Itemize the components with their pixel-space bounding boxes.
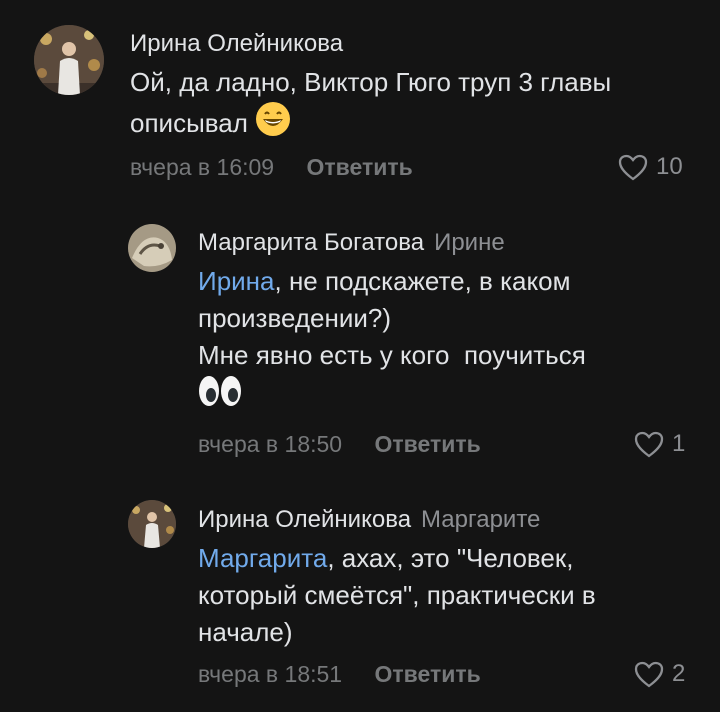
heart-icon [634, 661, 664, 688]
comment-body: Ой, да ладно, Виктор Гюго труп 3 главы о… [130, 67, 612, 138]
author-name[interactable]: Ирина Олейникова [198, 506, 411, 533]
eyes-emoji-icon [198, 376, 242, 409]
heart-icon [634, 431, 664, 458]
comment-header: Ирина Олейникова [130, 30, 343, 58]
avatar[interactable] [128, 224, 176, 272]
author-name[interactable]: Ирина Олейникова [130, 30, 343, 57]
comment-text: Ирина, не подскажете, в каком произведен… [198, 263, 678, 413]
comment-meta: вчера в 16:09 Ответить [130, 153, 413, 181]
mention-link[interactable]: Маргарита [198, 543, 327, 573]
timestamp: вчера в 18:50 [198, 431, 343, 457]
comment-meta: вчера в 18:51 Ответить [198, 660, 481, 688]
timestamp: вчера в 18:51 [198, 661, 343, 687]
like-button[interactable]: 10 [618, 153, 683, 181]
avatar[interactable] [34, 25, 104, 95]
comment-meta: вчера в 18:50 Ответить [198, 430, 481, 458]
reply-button[interactable]: Ответить [375, 431, 481, 457]
like-count: 1 [672, 430, 686, 457]
heart-icon [618, 154, 648, 181]
reply-to[interactable]: Маргарите [421, 506, 540, 533]
mention-link[interactable]: Ирина [198, 266, 275, 296]
reply-button[interactable]: Ответить [307, 154, 413, 180]
grinning-face-emoji-icon [255, 102, 291, 138]
comment-header: Ирина Олейникова Маргарите [198, 506, 540, 534]
avatar[interactable] [128, 500, 176, 548]
like-button[interactable]: 2 [634, 660, 685, 688]
comment-text: Ой, да ладно, Виктор Гюго труп 3 главы о… [130, 64, 700, 142]
comment-body-line-2: Мне явно есть у кого поучиться [198, 340, 586, 370]
comment-text: Маргарита, ахах, это "Человек, который с… [198, 540, 678, 651]
like-button[interactable]: 1 [634, 430, 685, 458]
comment-header: Маргарита Богатова Ирине [198, 229, 505, 257]
like-count: 2 [672, 660, 686, 687]
reply-button[interactable]: Ответить [375, 661, 481, 687]
author-name[interactable]: Маргарита Богатова [198, 229, 424, 256]
timestamp: вчера в 16:09 [130, 154, 275, 180]
reply-to[interactable]: Ирине [434, 229, 505, 256]
like-count: 10 [656, 153, 683, 180]
